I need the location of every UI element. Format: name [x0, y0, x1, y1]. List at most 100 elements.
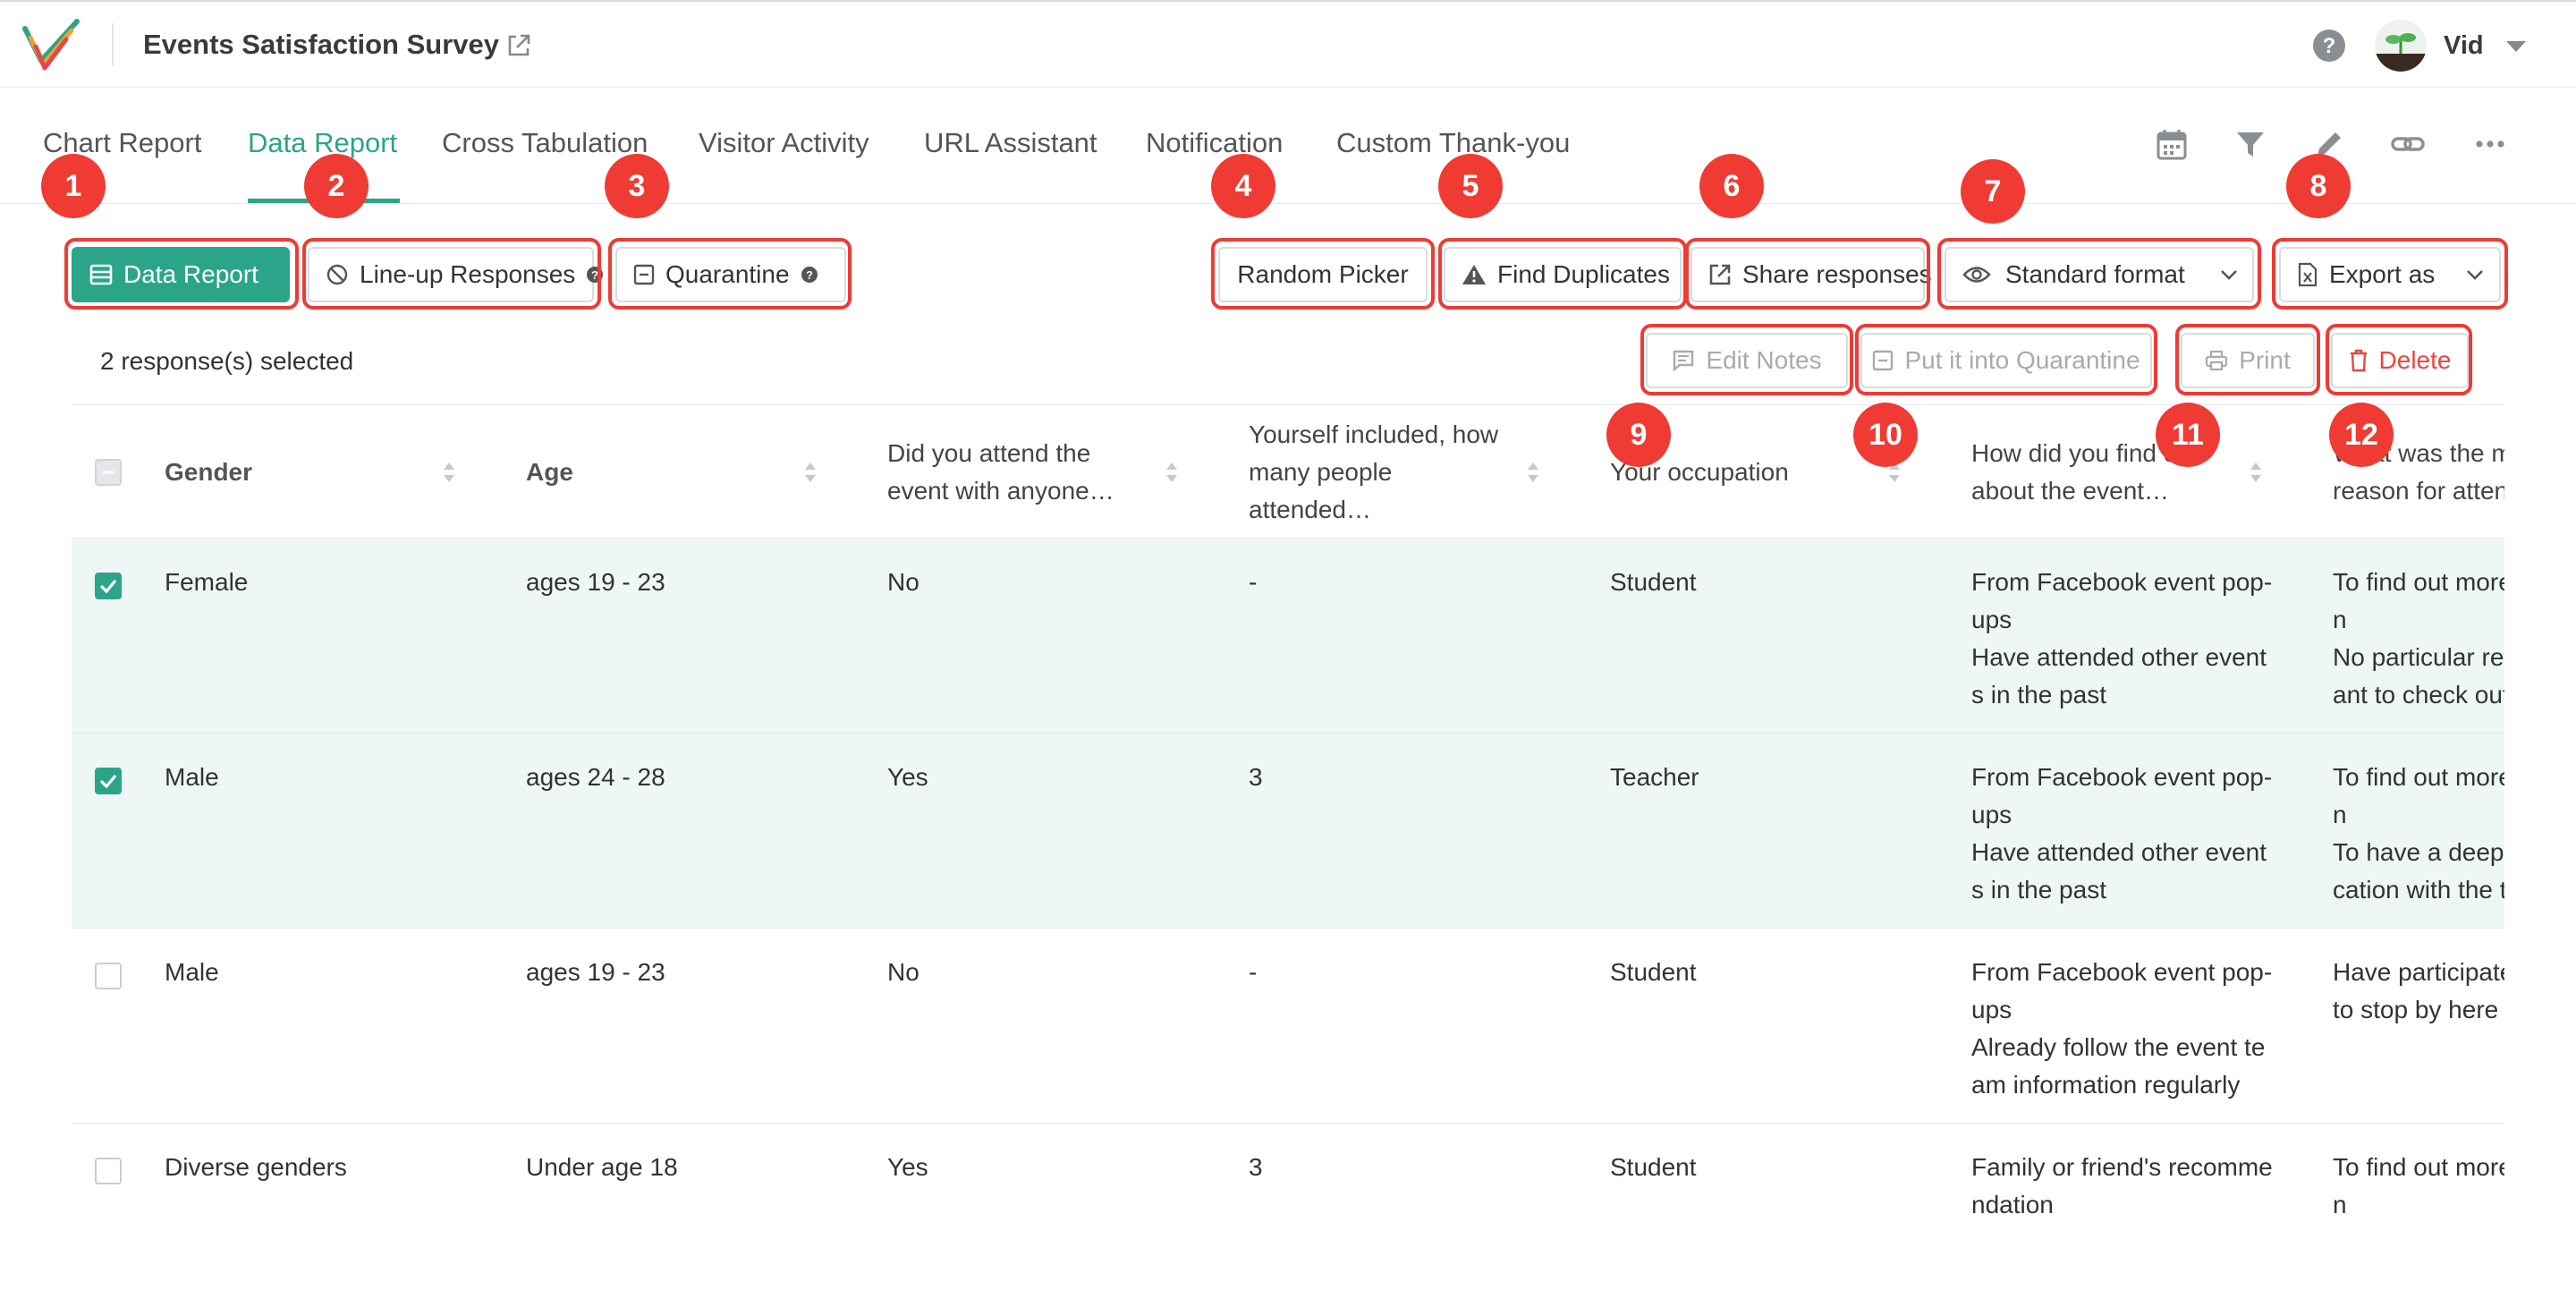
put-into-quarantine-button[interactable]: Put it into Quarantine — [1860, 333, 2152, 388]
column-header-gender[interactable]: Gender — [165, 405, 433, 539]
trash-icon — [2350, 349, 2367, 372]
annotation-badge: 10 — [1853, 403, 1918, 467]
annotation-badge: 4 — [1211, 154, 1275, 218]
cell-people-attended: - — [1249, 958, 1258, 986]
tab-visitor-activity[interactable]: Visitor Activity — [699, 127, 869, 159]
cell-people-attended: 3 — [1249, 1153, 1263, 1181]
print-button[interactable]: Print — [2181, 333, 2315, 388]
export-as-dropdown[interactable]: Export as — [2279, 247, 2501, 302]
lineup-responses-button[interactable]: Line-up Responses ? — [308, 247, 604, 302]
delete-label: Delete — [2378, 346, 2452, 374]
filter-icon[interactable] — [2233, 126, 2268, 162]
cell-people-attended: - — [1249, 568, 1258, 596]
cell-occupation: Teacher — [1610, 763, 1699, 791]
row-checkbox[interactable] — [95, 1158, 122, 1184]
random-picker-label: Random Picker — [1237, 260, 1409, 288]
cell-occupation: Student — [1610, 1153, 1697, 1181]
tab-cross-tabulation[interactable]: Cross Tabulation — [442, 127, 648, 159]
cell-gender: Female — [165, 568, 249, 596]
standard-format-dropdown[interactable]: Standard format — [1945, 247, 2254, 302]
sort-icon[interactable] — [1526, 461, 1540, 484]
row-checkbox[interactable] — [95, 963, 122, 989]
sort-icon[interactable] — [1165, 461, 1179, 484]
tab-notification[interactable]: Notification — [1146, 127, 1283, 159]
table-row[interactable]: Male ages 19 - 23 No - Student From Face… — [72, 929, 2504, 1124]
share-responses-button[interactable]: Share responses — [1690, 247, 1932, 302]
quarantine-icon — [633, 264, 655, 285]
print-label: Print — [2239, 346, 2291, 374]
standard-format-label: Standard format — [2005, 260, 2185, 288]
column-header-age[interactable]: Age — [526, 405, 794, 539]
table-row[interactable]: Diverse genders Under age 18 Yes 3 Stude… — [72, 1124, 2504, 1290]
chevron-down-icon[interactable] — [2219, 268, 2239, 281]
excel-file-icon — [2298, 262, 2318, 287]
select-all-checkbox[interactable] — [95, 459, 122, 486]
svg-text:?: ? — [591, 268, 598, 282]
avatar[interactable] — [2375, 20, 2427, 72]
more-icon[interactable] — [2472, 126, 2508, 162]
data-report-button[interactable]: Data Report — [72, 247, 290, 302]
annotation-badge: 6 — [1699, 154, 1764, 218]
tab-data-report[interactable]: Data Report — [248, 127, 397, 159]
link-icon[interactable] — [2390, 126, 2426, 162]
responses-table: Gender Age Did you attend the event with… — [72, 404, 2504, 1290]
app-logo-icon[interactable] — [21, 16, 82, 73]
share-responses-label: Share responses — [1742, 260, 1932, 288]
printer-icon — [2206, 350, 2228, 371]
chevron-down-icon[interactable] — [2465, 268, 2485, 281]
calendar-icon[interactable] — [2154, 126, 2190, 162]
annotation-badge: 2 — [304, 154, 369, 218]
report-tabs: Chart Report Data Report Cross Tabulatio… — [0, 88, 2576, 204]
top-bar: Events Satisfaction Survey ? Vid — [0, 0, 2576, 88]
check-icon — [99, 774, 117, 789]
annotation-badge: 5 — [1438, 154, 1503, 218]
cell-attend-with: Yes — [887, 763, 928, 791]
cell-main-reason: Have participated and want to stop by he… — [2333, 958, 2504, 1023]
cell-how-found: From Facebook event pop-ups Have attende… — [1971, 763, 2273, 904]
annotation-badge: 11 — [2156, 403, 2220, 467]
tab-custom-thank-you[interactable]: Custom Thank-you — [1336, 127, 1570, 159]
find-duplicates-button[interactable]: Find Duplicates — [1444, 247, 1682, 302]
annotation-badge: 9 — [1606, 403, 1671, 467]
cell-age: ages 19 - 23 — [526, 958, 665, 986]
edit-notes-button[interactable]: Edit Notes — [1646, 333, 1848, 388]
title-divider — [112, 23, 114, 66]
table-row[interactable]: Female ages 19 - 23 No - Student From Fa… — [72, 539, 2504, 734]
annotation-badge: 12 — [2329, 403, 2394, 467]
table-header: Gender Age Did you attend the event with… — [72, 404, 2504, 539]
selected-count: 2 response(s) selected — [100, 347, 354, 375]
external-link-icon[interactable] — [505, 32, 532, 59]
cell-gender: Male — [165, 763, 219, 791]
cell-people-attended: 3 — [1249, 763, 1263, 791]
help-small-icon[interactable]: ? — [801, 266, 818, 284]
column-header-people-attended[interactable]: Yourself included, how many people atten… — [1249, 405, 1517, 539]
cell-how-found: Family or friend's recommendation — [1971, 1153, 2273, 1218]
quarantine-button[interactable]: Quarantine ? — [615, 247, 846, 302]
table-row[interactable]: Male ages 24 - 28 Yes 3 Teacher From Fac… — [72, 734, 2504, 929]
cell-main-reason: To find out more information — [2333, 1153, 2504, 1218]
sort-icon[interactable] — [442, 461, 456, 484]
row-checkbox[interactable] — [95, 768, 122, 794]
column-header-attend-with[interactable]: Did you attend the event with anyone… — [887, 405, 1129, 539]
tab-url-assistant[interactable]: URL Assistant — [924, 127, 1097, 159]
row-checkbox[interactable] — [95, 573, 122, 599]
sort-icon[interactable] — [2249, 461, 2263, 484]
user-name[interactable]: Vid — [2444, 31, 2484, 61]
help-small-icon[interactable]: ? — [586, 266, 604, 284]
cell-age: ages 19 - 23 — [526, 568, 665, 596]
svg-text:?: ? — [2323, 34, 2336, 58]
put-into-quarantine-label: Put it into Quarantine — [1904, 346, 2140, 374]
cell-how-found: From Facebook event pop-ups Have attende… — [1971, 568, 2273, 709]
user-menu-caret-icon[interactable] — [2504, 39, 2528, 54]
cell-age: ages 24 - 28 — [526, 763, 665, 791]
annotation-badge: 1 — [41, 154, 106, 218]
random-picker-button[interactable]: Random Picker — [1218, 247, 1428, 302]
help-icon[interactable]: ? — [2312, 29, 2346, 63]
annotation-badge: 8 — [2286, 154, 2351, 218]
export-as-label: Export as — [2329, 260, 2436, 288]
sort-icon[interactable] — [803, 461, 818, 484]
svg-text:?: ? — [806, 268, 813, 282]
delete-button[interactable]: Delete — [2331, 333, 2469, 388]
edit-notes-label: Edit Notes — [1706, 346, 1822, 374]
cell-gender: Diverse genders — [165, 1153, 347, 1181]
